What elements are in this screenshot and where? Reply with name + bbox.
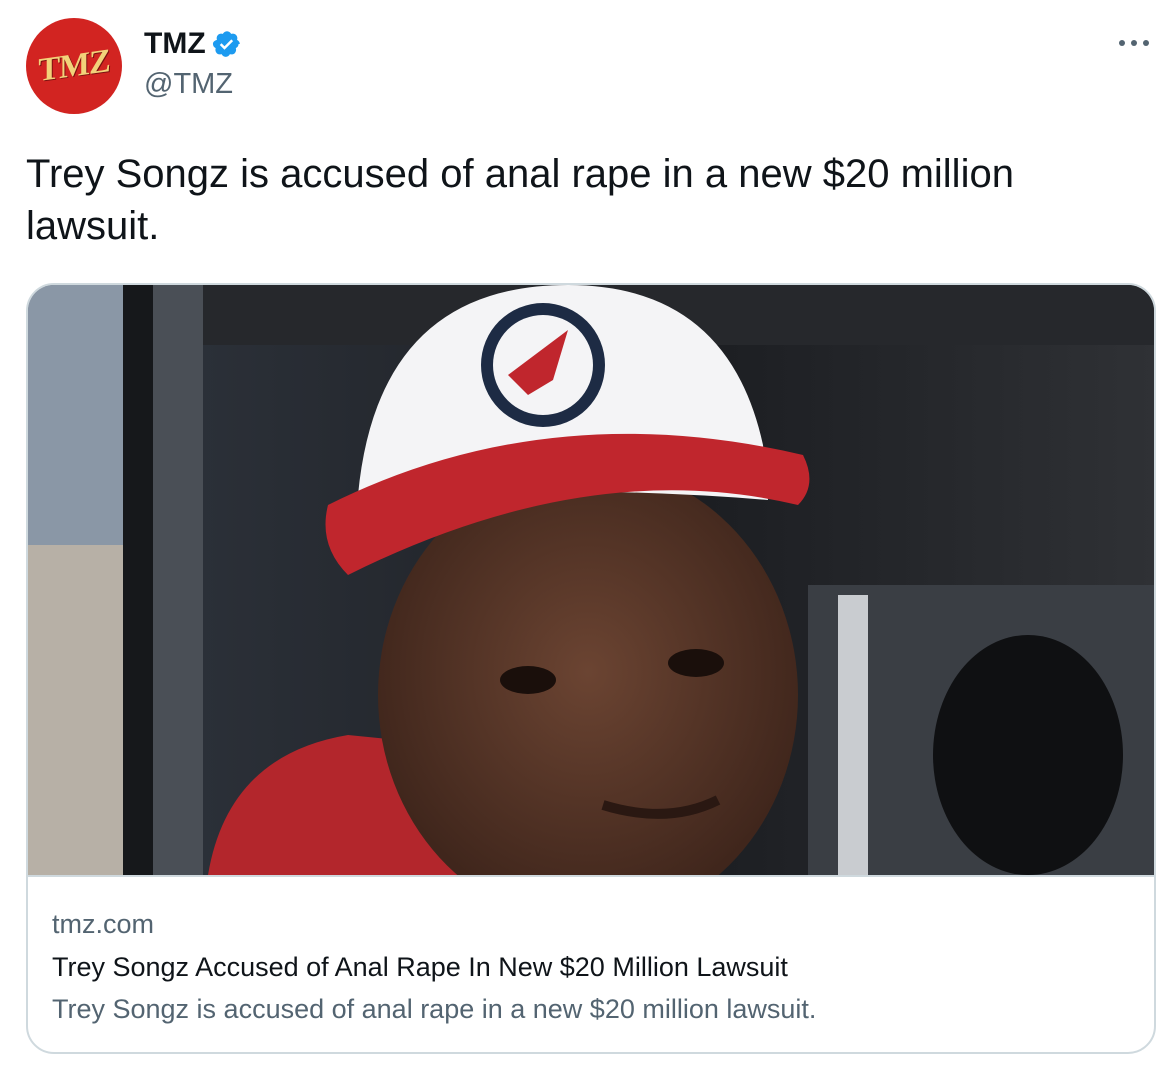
avatar[interactable]: TMZ <box>26 18 122 114</box>
card-meta: tmz.com Trey Songz Accused of Anal Rape … <box>52 907 1132 1027</box>
more-options-icon[interactable] <box>1116 30 1152 56</box>
avatar-logo-text: TMZ <box>38 42 110 89</box>
display-name[interactable]: TMZ <box>144 26 206 62</box>
handle[interactable]: @TMZ <box>144 66 242 102</box>
author-name-row[interactable]: TMZ <box>144 26 242 62</box>
link-card[interactable]: tmz.com Trey Songz Accused of Anal Rape … <box>26 283 1156 1054</box>
card-divider <box>28 875 1154 877</box>
verified-badge-icon <box>212 31 240 57</box>
tweet: TMZ TMZ @TMZ Trey Songz is accused of an… <box>0 0 1176 1072</box>
author-info: TMZ @TMZ <box>144 26 242 102</box>
card-description: Trey Songz is accused of anal rape in a … <box>52 994 817 1024</box>
tweet-text: Trey Songz is accused of anal rape in a … <box>26 152 1014 248</box>
card-image[interactable] <box>28 285 1154 875</box>
card-title[interactable]: Trey Songz Accused of Anal Rape In New $… <box>52 949 1132 985</box>
card-domain: tmz.com <box>52 909 155 939</box>
